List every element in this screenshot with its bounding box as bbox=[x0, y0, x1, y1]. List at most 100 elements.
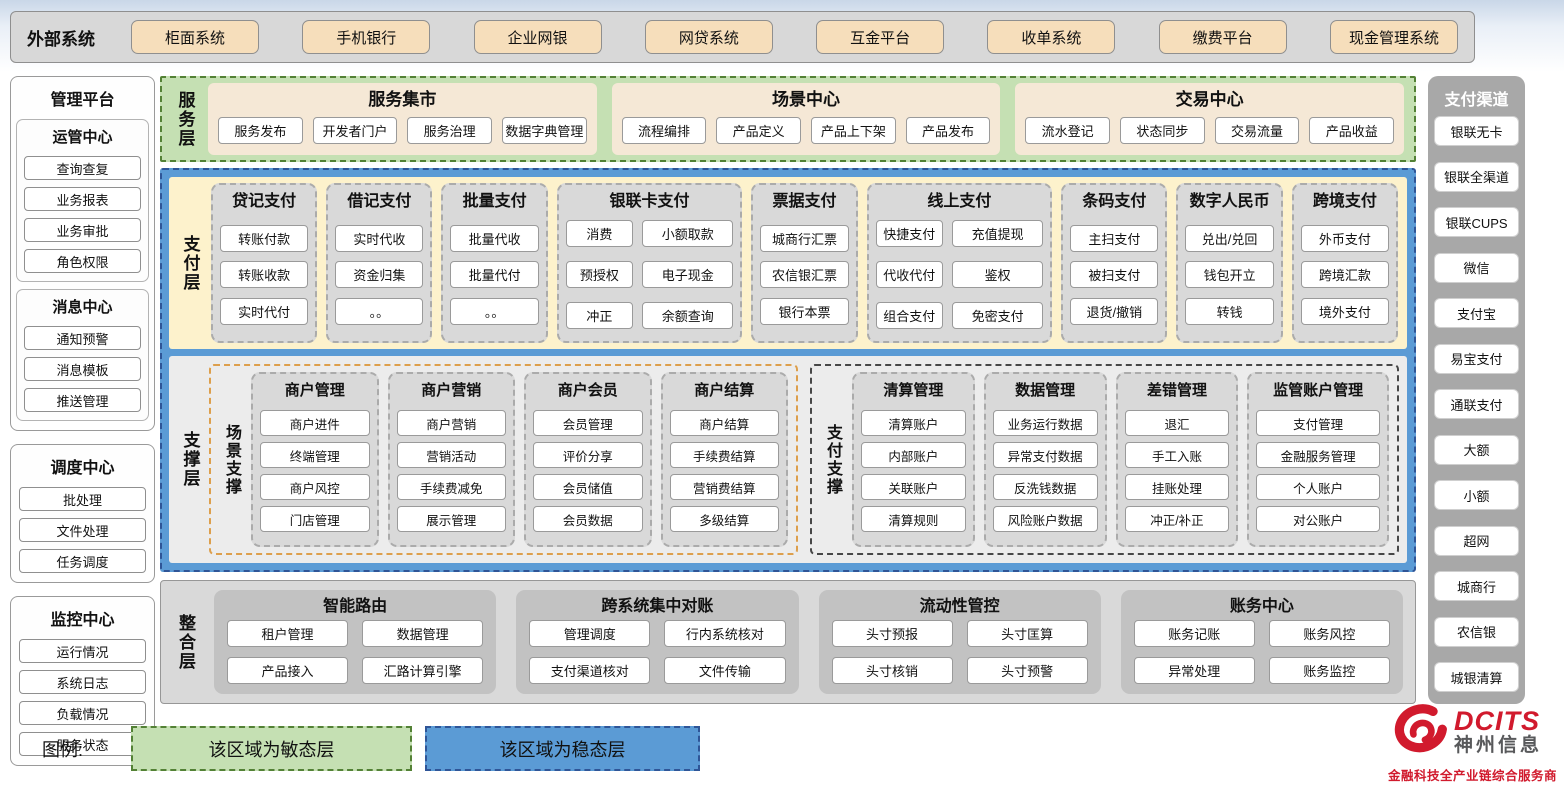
support-item-button[interactable]: 个人账户 bbox=[1256, 474, 1380, 500]
payment-item-button[interactable]: 主扫支付 bbox=[1070, 225, 1158, 252]
payment-item-button[interactable]: 鉴权 bbox=[952, 261, 1043, 288]
payment-item-button[interactable]: 余额查询 bbox=[642, 302, 733, 329]
support-item-button[interactable]: 冲正/补正 bbox=[1125, 506, 1230, 532]
payment-item-button[interactable]: 钱包开立 bbox=[1185, 261, 1273, 288]
integration-item-button[interactable]: 头寸核销 bbox=[832, 657, 953, 684]
support-item-button[interactable]: 手工入账 bbox=[1125, 442, 1230, 468]
external-system-button[interactable]: 柜面系统 bbox=[131, 20, 259, 54]
management-item-button[interactable]: 查询查复 bbox=[24, 156, 141, 180]
management-item-button[interactable]: 任务调度 bbox=[19, 549, 146, 573]
payment-item-button[interactable]: 冲正 bbox=[566, 302, 633, 329]
integration-item-button[interactable]: 账务记账 bbox=[1134, 620, 1255, 647]
service-item-button[interactable]: 数据字典管理 bbox=[502, 117, 587, 144]
payment-item-button[interactable]: 消费 bbox=[566, 220, 633, 247]
external-system-button[interactable]: 现金管理系统 bbox=[1330, 20, 1458, 54]
management-item-button[interactable]: 批处理 bbox=[19, 487, 146, 511]
service-item-button[interactable]: 产品发布 bbox=[906, 117, 991, 144]
service-item-button[interactable]: 产品定义 bbox=[716, 117, 801, 144]
support-item-button[interactable]: 商户营销 bbox=[397, 410, 507, 436]
support-item-button[interactable]: 清算规则 bbox=[861, 506, 966, 532]
integration-item-button[interactable]: 行内系统核对 bbox=[664, 620, 785, 647]
integration-item-button[interactable]: 文件传输 bbox=[664, 657, 785, 684]
support-item-button[interactable]: 内部账户 bbox=[861, 442, 966, 468]
management-item-button[interactable]: 推送管理 bbox=[24, 388, 141, 412]
service-item-button[interactable]: 开发者门户 bbox=[313, 117, 398, 144]
payment-channel-button[interactable]: 银联CUPS bbox=[1434, 207, 1519, 237]
payment-channel-button[interactable]: 支付宝 bbox=[1434, 298, 1519, 328]
service-item-button[interactable]: 状态同步 bbox=[1120, 117, 1205, 144]
payment-item-button[interactable]: 退货/撤销 bbox=[1070, 298, 1158, 325]
payment-item-button[interactable]: 实时代付 bbox=[220, 298, 308, 325]
payment-item-button[interactable]: 代收代付 bbox=[876, 261, 943, 288]
payment-channel-button[interactable]: 城商行 bbox=[1434, 571, 1519, 601]
payment-item-button[interactable]: 兑出/兑回 bbox=[1185, 225, 1273, 252]
payment-channel-button[interactable]: 易宝支付 bbox=[1434, 344, 1519, 374]
payment-item-button[interactable]: 批量代收 bbox=[450, 225, 538, 252]
payment-item-button[interactable]: 境外支付 bbox=[1301, 298, 1389, 325]
payment-channel-button[interactable]: 城银清算 bbox=[1434, 662, 1519, 692]
management-item-button[interactable]: 角色权限 bbox=[24, 249, 141, 273]
integration-item-button[interactable]: 支付渠道核对 bbox=[529, 657, 650, 684]
support-item-button[interactable]: 营销活动 bbox=[397, 442, 507, 468]
support-item-button[interactable]: 金融服务管理 bbox=[1256, 442, 1380, 468]
external-system-button[interactable]: 缴费平台 bbox=[1159, 20, 1287, 54]
integration-item-button[interactable]: 租户管理 bbox=[227, 620, 348, 647]
management-item-button[interactable]: 系统日志 bbox=[19, 670, 146, 694]
integration-item-button[interactable]: 产品接入 bbox=[227, 657, 348, 684]
payment-item-button[interactable]: 外币支付 bbox=[1301, 225, 1389, 252]
external-system-button[interactable]: 企业网银 bbox=[474, 20, 602, 54]
payment-item-button[interactable]: 充值提现 bbox=[952, 220, 1043, 247]
integration-item-button[interactable]: 异常处理 bbox=[1134, 657, 1255, 684]
management-item-button[interactable]: 文件处理 bbox=[19, 518, 146, 542]
support-item-button[interactable]: 清算账户 bbox=[861, 410, 966, 436]
support-item-button[interactable]: 异常支付数据 bbox=[993, 442, 1098, 468]
external-system-button[interactable]: 互金平台 bbox=[816, 20, 944, 54]
support-item-button[interactable]: 终端管理 bbox=[260, 442, 370, 468]
support-item-button[interactable]: 反洗钱数据 bbox=[993, 474, 1098, 500]
support-item-button[interactable]: 商户进件 bbox=[260, 410, 370, 436]
support-item-button[interactable]: 商户结算 bbox=[670, 410, 780, 436]
payment-item-button[interactable]: 。。 bbox=[335, 298, 423, 325]
support-item-button[interactable]: 手续费减免 bbox=[397, 474, 507, 500]
support-item-button[interactable]: 关联账户 bbox=[861, 474, 966, 500]
payment-item-button[interactable]: 。。 bbox=[450, 298, 538, 325]
payment-item-button[interactable]: 快捷支付 bbox=[876, 220, 943, 247]
management-item-button[interactable]: 业务报表 bbox=[24, 187, 141, 211]
support-item-button[interactable]: 会员管理 bbox=[533, 410, 643, 436]
payment-item-button[interactable]: 批量代付 bbox=[450, 261, 538, 288]
support-item-button[interactable]: 商户风控 bbox=[260, 474, 370, 500]
management-item-button[interactable]: 业务审批 bbox=[24, 218, 141, 242]
service-item-button[interactable]: 产品收益 bbox=[1309, 117, 1394, 144]
integration-item-button[interactable]: 账务监控 bbox=[1269, 657, 1390, 684]
support-item-button[interactable]: 会员储值 bbox=[533, 474, 643, 500]
support-item-button[interactable]: 手续费结算 bbox=[670, 442, 780, 468]
payment-item-button[interactable]: 小额取款 bbox=[642, 220, 733, 247]
support-item-button[interactable]: 风险账户数据 bbox=[993, 506, 1098, 532]
payment-item-button[interactable]: 农信银汇票 bbox=[760, 261, 848, 288]
management-item-button[interactable]: 通知预警 bbox=[24, 326, 141, 350]
external-system-button[interactable]: 手机银行 bbox=[302, 20, 430, 54]
payment-item-button[interactable]: 资金归集 bbox=[335, 261, 423, 288]
service-item-button[interactable]: 交易流量 bbox=[1215, 117, 1300, 144]
support-item-button[interactable]: 支付管理 bbox=[1256, 410, 1380, 436]
payment-channel-button[interactable]: 小额 bbox=[1434, 480, 1519, 510]
support-item-button[interactable]: 业务运行数据 bbox=[993, 410, 1098, 436]
payment-channel-button[interactable]: 通联支付 bbox=[1434, 389, 1519, 419]
integration-item-button[interactable]: 头寸匡算 bbox=[967, 620, 1088, 647]
payment-item-button[interactable]: 实时代收 bbox=[335, 225, 423, 252]
integration-item-button[interactable]: 管理调度 bbox=[529, 620, 650, 647]
payment-item-button[interactable]: 电子现金 bbox=[642, 261, 733, 288]
support-item-button[interactable]: 营销费结算 bbox=[670, 474, 780, 500]
support-item-button[interactable]: 对公账户 bbox=[1256, 506, 1380, 532]
support-item-button[interactable]: 会员数据 bbox=[533, 506, 643, 532]
payment-item-button[interactable]: 转账收款 bbox=[220, 261, 308, 288]
payment-item-button[interactable]: 预授权 bbox=[566, 261, 633, 288]
payment-item-button[interactable]: 城商行汇票 bbox=[760, 225, 848, 252]
integration-item-button[interactable]: 账务风控 bbox=[1269, 620, 1390, 647]
support-item-button[interactable]: 展示管理 bbox=[397, 506, 507, 532]
management-item-button[interactable]: 运行情况 bbox=[19, 639, 146, 663]
management-item-button[interactable]: 消息模板 bbox=[24, 357, 141, 381]
payment-item-button[interactable]: 跨境汇款 bbox=[1301, 261, 1389, 288]
external-system-button[interactable]: 网贷系统 bbox=[645, 20, 773, 54]
payment-item-button[interactable]: 免密支付 bbox=[952, 302, 1043, 329]
